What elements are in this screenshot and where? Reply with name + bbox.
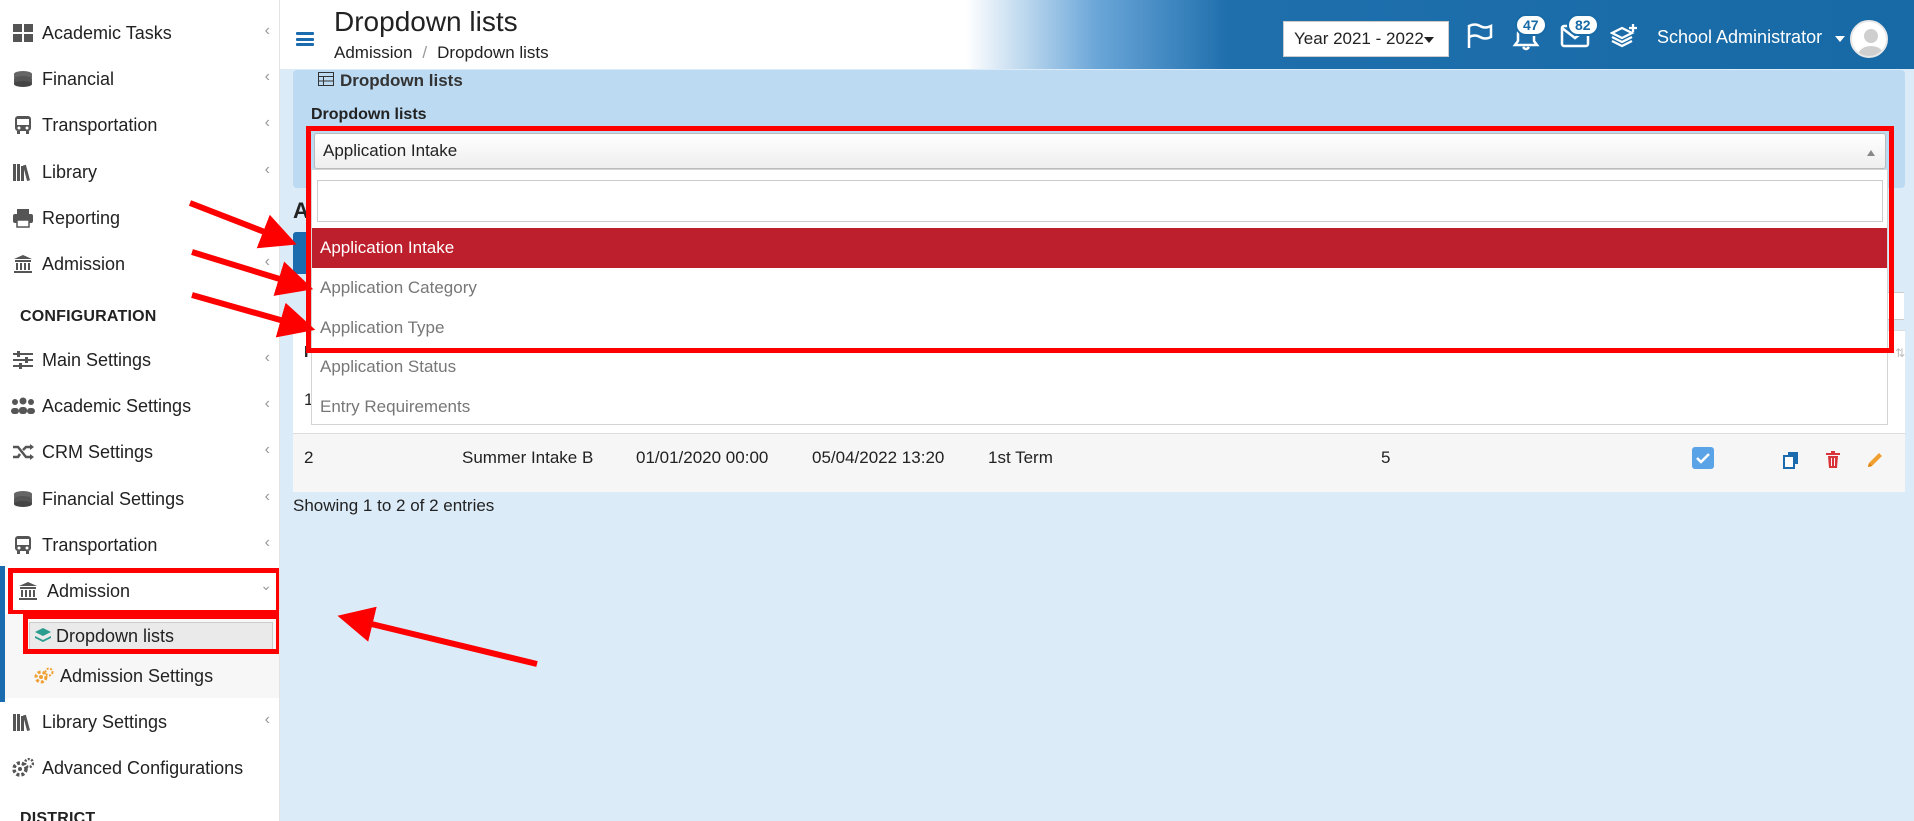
arrow-to-option-3 bbox=[191, 292, 316, 338]
arrow-to-option-2 bbox=[191, 249, 314, 296]
arrow-to-dropdown-lists-menu bbox=[337, 606, 538, 667]
annotation-arrows bbox=[188, 200, 538, 667]
arrow-to-option-1 bbox=[188, 200, 297, 249]
